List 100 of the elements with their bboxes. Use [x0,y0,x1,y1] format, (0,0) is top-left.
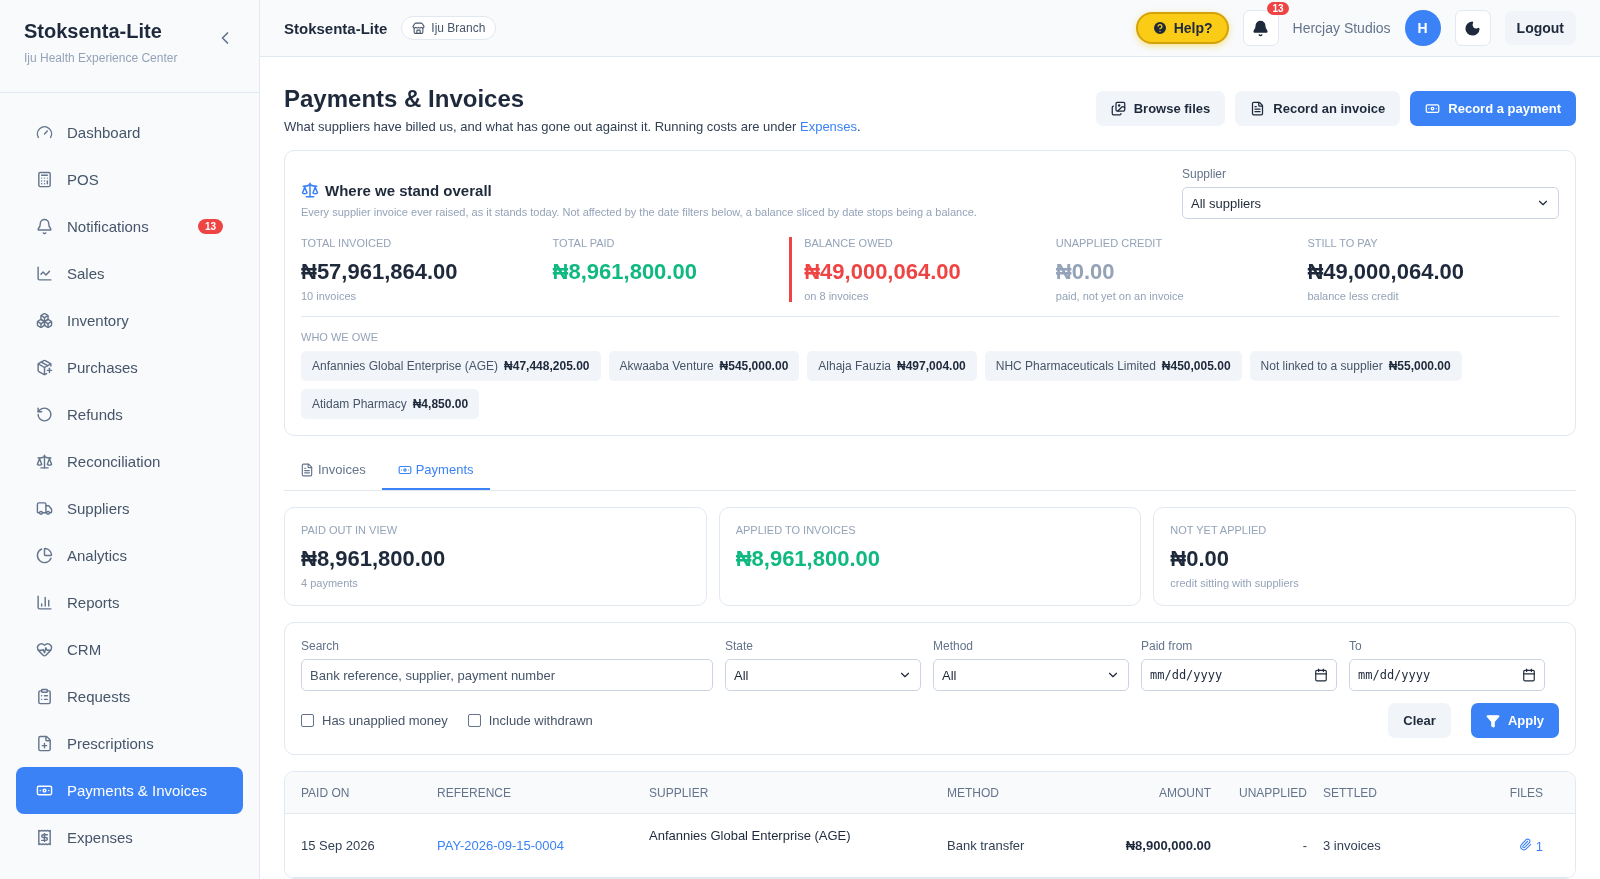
theme-button[interactable] [1454,10,1491,46]
nav-item[interactable]: Payments & Invoices [16,767,243,814]
stat-label: PAID OUT IN VIEW [301,524,399,536]
clipboard-icon [36,688,53,705]
stat-note: 10 invoices [301,290,358,302]
logout-button[interactable]: Logout [1504,11,1576,45]
select-field[interactable]: All [725,659,921,691]
stat-label: NOT YET APPLIED [1170,524,1268,536]
avatar[interactable]: H [1404,10,1441,46]
nav-item[interactable]: Dashboard [16,109,243,156]
checkbox[interactable] [301,714,314,727]
nav-item[interactable]: CRM [16,626,243,673]
nav-item[interactable]: Refunds [16,391,243,438]
help-button[interactable]: Help? [1135,12,1229,44]
supplier-balance: NHC Pharmaceuticals Limited ₦450,005.00 [984,351,1242,381]
table-cell-text: Bank transfer [947,838,1026,853]
search-field[interactable]: Bank reference, supplier, payment number [301,659,713,691]
stat-value: ₦8,961,800.00 [301,546,447,572]
calendar-icon [1314,668,1328,682]
stat-note: paid, not yet on an invoice [1055,290,1185,302]
supplier-balance: Not linked to a supplier ₦55,000.00 [1249,351,1462,381]
date-field[interactable]: mm/dd/yyyy [1141,659,1337,691]
supplier-balance: Anfannies Global Enterprise (AGE) ₦47,448,205.00 [301,351,601,381]
nav-item[interactable]: Purchases [16,344,243,391]
stat-note: credit sitting with suppliers [1170,577,1300,589]
nav-item[interactable]: Reconciliation [16,438,243,485]
package-icon [36,359,53,376]
column-header: REFERENCE [437,785,512,800]
action-button[interactable]: Record an invoice [1235,91,1401,126]
nav-item[interactable]: Inventory [16,297,243,344]
nav-item[interactable]: POS [16,156,243,203]
column-header: PAID ON [301,785,351,800]
file-plus-icon [36,735,53,752]
images-icon [1110,101,1126,116]
card-note: Every supplier invoice ever raised, as it stands today. Not affected by the date filters below, a balance sliced by date stops being a balance. [301,206,977,218]
field-label: To [1349,639,1363,653]
calendar-icon [1522,668,1536,682]
nav-item[interactable]: Expenses [16,814,243,861]
table-cell-text: ₦8,900,000.00 [1124,838,1212,853]
column-header: AMOUNT [1158,785,1212,800]
page-description: What suppliers have billed us, and what has gone out against it. Running costs are under Expenses. [284,119,861,134]
count-badge: 13 [1267,2,1289,15]
action-button[interactable]: Browse files [1095,91,1226,126]
scale-icon [36,453,53,470]
action-button[interactable]: Record a payment [1410,91,1576,126]
bar-chart-icon [36,594,53,611]
stat-label: STILL TO PAY [1307,237,1379,249]
stat-label: TOTAL INVOICED [301,237,393,249]
column-header: FILES [1508,785,1544,800]
truck-icon [36,500,53,517]
stat-note: on 8 invoices [804,290,870,302]
field-label: Supplier [1182,167,1228,181]
reference-link[interactable]: PAY-2026-09-15-0004 [437,838,649,853]
stat-value: ₦0.00 [1170,546,1231,572]
paperclip-icon [1519,837,1533,851]
boxes-icon [36,312,53,329]
stat-value: ₦8,961,800.00 [552,259,698,285]
supplier-balance: Atidam Pharmacy ₦4,850.00 [301,389,480,419]
brand-name: Stoksenta-Lite [24,20,163,43]
supplier-select[interactable]: All suppliers [1182,187,1559,219]
clear-button[interactable]: Clear [1388,703,1451,738]
store-icon [412,21,426,35]
field-label: Paid from [1141,639,1194,653]
tab[interactable]: Invoices [284,452,382,490]
supplier-balance: Alhaja Fauzia ₦497,004.00 [807,351,977,381]
tab[interactable]: Payments [381,452,490,490]
nav-item[interactable]: Reports [16,579,243,626]
stat-value: ₦49,000,064.00 [1307,259,1465,285]
help-icon [1151,20,1168,36]
nav-item[interactable]: Notifications 13 [16,203,243,250]
checkbox[interactable] [467,714,481,727]
table-cell-text: 15 Sep 2026 [301,838,376,853]
notifications-button[interactable] [1242,10,1279,46]
app-name: Stoksenta-Lite [284,19,388,37]
stat-value: ₦0.00 [1055,259,1116,285]
document-icon [300,462,314,477]
stat-note: balance less credit [1307,290,1400,302]
files-link[interactable]: 1 [1427,837,1559,854]
nav-item[interactable]: Prescriptions [16,720,243,767]
field-label: Method [933,639,975,653]
select-field[interactable]: All [933,659,1129,691]
bell-icon [36,218,53,235]
scale-icon [301,181,319,199]
nav-item[interactable]: Sales [16,250,243,297]
pie-chart-icon [36,547,53,564]
brand-subtitle: Iju Health Experience Center [24,51,178,65]
receipt-icon [36,829,53,846]
bell-icon [1252,19,1270,37]
nav-item[interactable]: Requests [16,673,243,720]
line-chart-icon [36,265,53,282]
nav-item[interactable]: Analytics [16,532,243,579]
table-cell-text: Anfannies Global Enterprise (AGE) [649,827,852,843]
supplier-balance: Akwaaba Venture ₦545,000.00 [608,351,800,381]
table-cell-text: - [1301,838,1308,853]
field-label: State [725,639,755,653]
date-field[interactable]: mm/dd/yyyy [1349,659,1545,691]
apply-button[interactable]: Apply [1470,703,1559,738]
gauge-icon [36,124,53,141]
nav-item[interactable]: Suppliers [16,485,243,532]
table-cell-text: 3 invoices [1323,838,1382,853]
